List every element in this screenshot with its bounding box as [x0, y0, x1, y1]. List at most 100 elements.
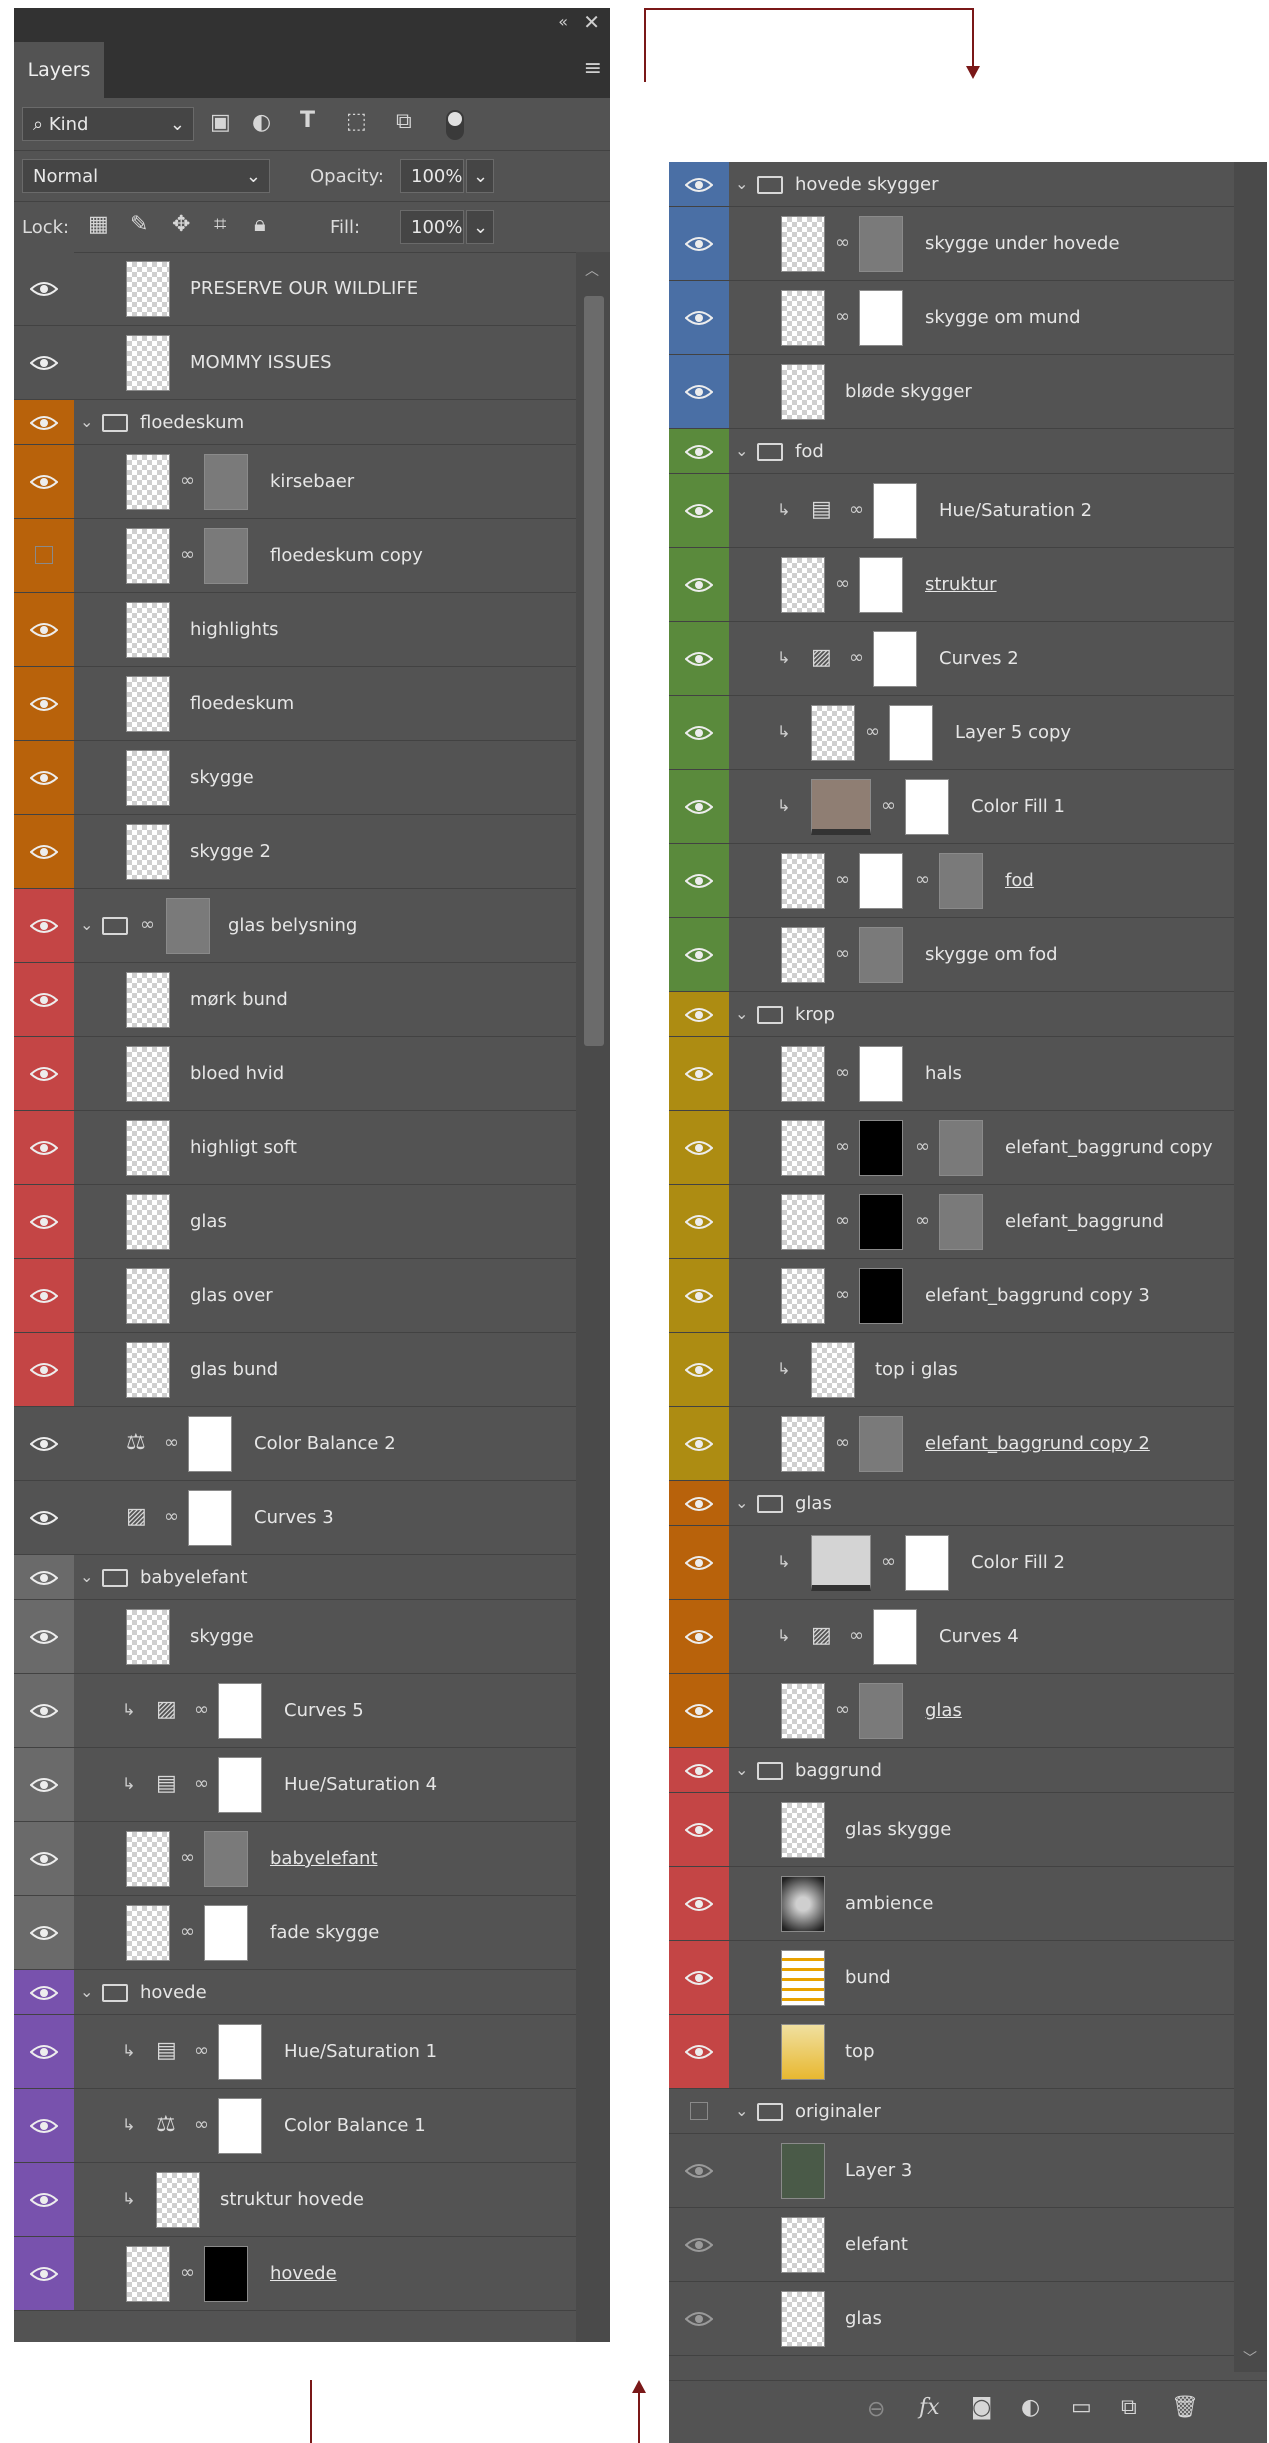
pixel-filter-icon[interactable]: ▣ — [210, 110, 231, 135]
chevron-down-icon[interactable]: ⌄ — [80, 915, 93, 934]
layer-name[interactable]: fod — [795, 441, 824, 462]
layer-thumbnail[interactable] — [781, 2024, 825, 2080]
layer-thumbnail[interactable] — [126, 676, 170, 732]
layer-thumbnail[interactable] — [811, 705, 855, 761]
layer-name[interactable]: Curves 5 — [284, 1700, 364, 1721]
type-filter-icon[interactable]: T — [300, 108, 315, 133]
layer-name[interactable]: ambience — [845, 1893, 933, 1914]
layer-thumbnail[interactable] — [126, 824, 170, 880]
layer-row[interactable]: ↳ ▤ ∞ Hue/Saturation 2 — [669, 474, 1234, 548]
layer-name[interactable]: krop — [795, 1004, 835, 1025]
mask-thumbnail[interactable] — [188, 1416, 232, 1472]
visibility-box[interactable] — [690, 2101, 708, 2120]
mask-thumbnail[interactable] — [859, 1268, 903, 1324]
adjustment-filter-icon[interactable]: ◐ — [252, 110, 271, 135]
layer-name[interactable]: glas — [845, 2308, 882, 2329]
layer-name[interactable]: hovede — [270, 2263, 337, 2284]
layer-row[interactable]: glas bund — [14, 1333, 576, 1407]
layer-row[interactable]: ↳ ▨ ∞ Curves 2 — [669, 622, 1234, 696]
layer-row[interactable]: ↳ ▨ ∞ Curves 4 — [669, 1600, 1234, 1674]
scroll-down-icon[interactable]: ﹀ — [1243, 2348, 1257, 2368]
eye-icon[interactable] — [30, 355, 58, 371]
layer-group-row[interactable]: ⌄ hovede skygger — [669, 162, 1234, 207]
layer-thumbnail[interactable] — [126, 1268, 170, 1324]
eye-icon[interactable] — [30, 1362, 58, 1378]
shape-filter-icon[interactable]: ⬚ — [346, 109, 367, 134]
eye-icon[interactable] — [685, 310, 713, 326]
lock-artboard-icon[interactable]: ⌗ — [214, 212, 226, 237]
layer-row[interactable]: ∞ elefant_baggrund copy 2 — [669, 1407, 1234, 1481]
layer-group-row[interactable]: ⌄ ∞ glas belysning — [14, 889, 576, 963]
mask-thumbnail[interactable] — [859, 1194, 903, 1250]
layer-thumbnail[interactable] — [126, 1194, 170, 1250]
layer-row[interactable]: highligt soft — [14, 1111, 576, 1185]
eye-icon[interactable] — [685, 2044, 713, 2060]
layer-thumbnail[interactable] — [126, 1342, 170, 1398]
layer-name[interactable]: PRESERVE OUR WILDLIFE — [190, 278, 418, 299]
layer-name[interactable]: Color Balance 1 — [284, 2115, 426, 2136]
layer-name[interactable]: top i glas — [875, 1359, 958, 1380]
mask-thumbnail[interactable] — [859, 1120, 903, 1176]
layer-row[interactable]: highlights — [14, 593, 576, 667]
layer-name[interactable]: struktur — [925, 574, 997, 595]
layer-row[interactable]: ↳ ⚖ ∞ Color Balance 1 — [14, 2089, 576, 2163]
layer-thumbnail[interactable] — [126, 2246, 170, 2302]
layer-name[interactable]: glas over — [190, 1285, 273, 1306]
eye-icon[interactable] — [685, 1703, 713, 1719]
layer-name[interactable]: skygge 2 — [190, 841, 271, 862]
eye-icon[interactable] — [685, 1066, 713, 1082]
layer-name[interactable]: hals — [925, 1063, 962, 1084]
layer-thumbnail[interactable] — [126, 1609, 170, 1665]
scroll-up-icon[interactable]: ︿ — [585, 260, 599, 280]
layer-name[interactable]: bløde skygger — [845, 381, 972, 402]
layer-name[interactable]: fod — [1005, 870, 1034, 891]
eye-icon[interactable] — [685, 503, 713, 519]
layer-row[interactable]: ∞ ∞ fod — [669, 844, 1234, 918]
layer-name[interactable]: originaler — [795, 2101, 881, 2122]
chevron-down-icon[interactable]: ⌄ — [735, 2101, 748, 2120]
layer-row[interactable]: ▨ ∞ Curves 3 — [14, 1481, 576, 1555]
eye-icon[interactable] — [685, 1555, 713, 1571]
layer-name[interactable]: elefant_baggrund copy 3 — [925, 1285, 1150, 1306]
layer-row[interactable]: ↳ ∞ Color Fill 1 — [669, 770, 1234, 844]
eye-icon[interactable] — [685, 2237, 713, 2253]
layer-thumbnail[interactable] — [126, 750, 170, 806]
layer-name[interactable]: Curves 4 — [939, 1626, 1019, 1647]
layer-name[interactable]: glas bund — [190, 1359, 278, 1380]
layer-name[interactable]: skygge om fod — [925, 944, 1058, 965]
eye-icon[interactable] — [685, 177, 713, 193]
mask-thumbnail[interactable] — [166, 898, 210, 954]
eye-icon[interactable] — [685, 1288, 713, 1304]
eye-icon[interactable] — [30, 1570, 58, 1586]
layer-row[interactable]: ↳ ∞ Color Fill 2 — [669, 1526, 1234, 1600]
layer-row[interactable]: glas — [669, 2282, 1234, 2356]
layer-row[interactable]: ↳ top i glas — [669, 1333, 1234, 1407]
mask-thumbnail[interactable] — [204, 2246, 248, 2302]
layer-name[interactable]: glas skygge — [845, 1819, 951, 1840]
visibility-box[interactable] — [35, 546, 53, 564]
layer-name[interactable]: skygge — [190, 1626, 254, 1647]
scrollbar-thumb[interactable] — [584, 296, 604, 1046]
layer-thumbnail[interactable] — [126, 1046, 170, 1102]
mask-thumbnail[interactable] — [859, 927, 903, 983]
layer-row[interactable]: glas over — [14, 1259, 576, 1333]
eye-icon[interactable] — [685, 2163, 713, 2179]
layer-thumbnail[interactable] — [781, 1120, 825, 1176]
mask-thumbnail[interactable] — [873, 483, 917, 539]
chevron-down-icon[interactable]: ⌄ — [735, 1493, 748, 1512]
eye-icon[interactable] — [685, 725, 713, 741]
vector-mask-thumbnail[interactable] — [939, 1194, 983, 1250]
eye-icon[interactable] — [30, 1140, 58, 1156]
eye-icon[interactable] — [685, 384, 713, 400]
eye-icon[interactable] — [30, 415, 58, 431]
mask-thumbnail[interactable] — [859, 290, 903, 346]
layer-row[interactable]: MOMMY ISSUES — [14, 326, 576, 400]
filter-kind-dropdown[interactable]: ⌕ Kind ⌄ — [22, 107, 194, 141]
layer-name[interactable]: elefant_baggrund copy — [1005, 1137, 1213, 1158]
mask-thumbnail[interactable] — [889, 705, 933, 761]
layer-name[interactable]: Color Fill 1 — [971, 796, 1065, 817]
layer-group-row[interactable]: ⌄ babyelefant — [14, 1555, 576, 1600]
layer-thumbnail[interactable] — [781, 216, 825, 272]
layer-thumbnail[interactable] — [126, 972, 170, 1028]
eye-icon[interactable] — [685, 236, 713, 252]
